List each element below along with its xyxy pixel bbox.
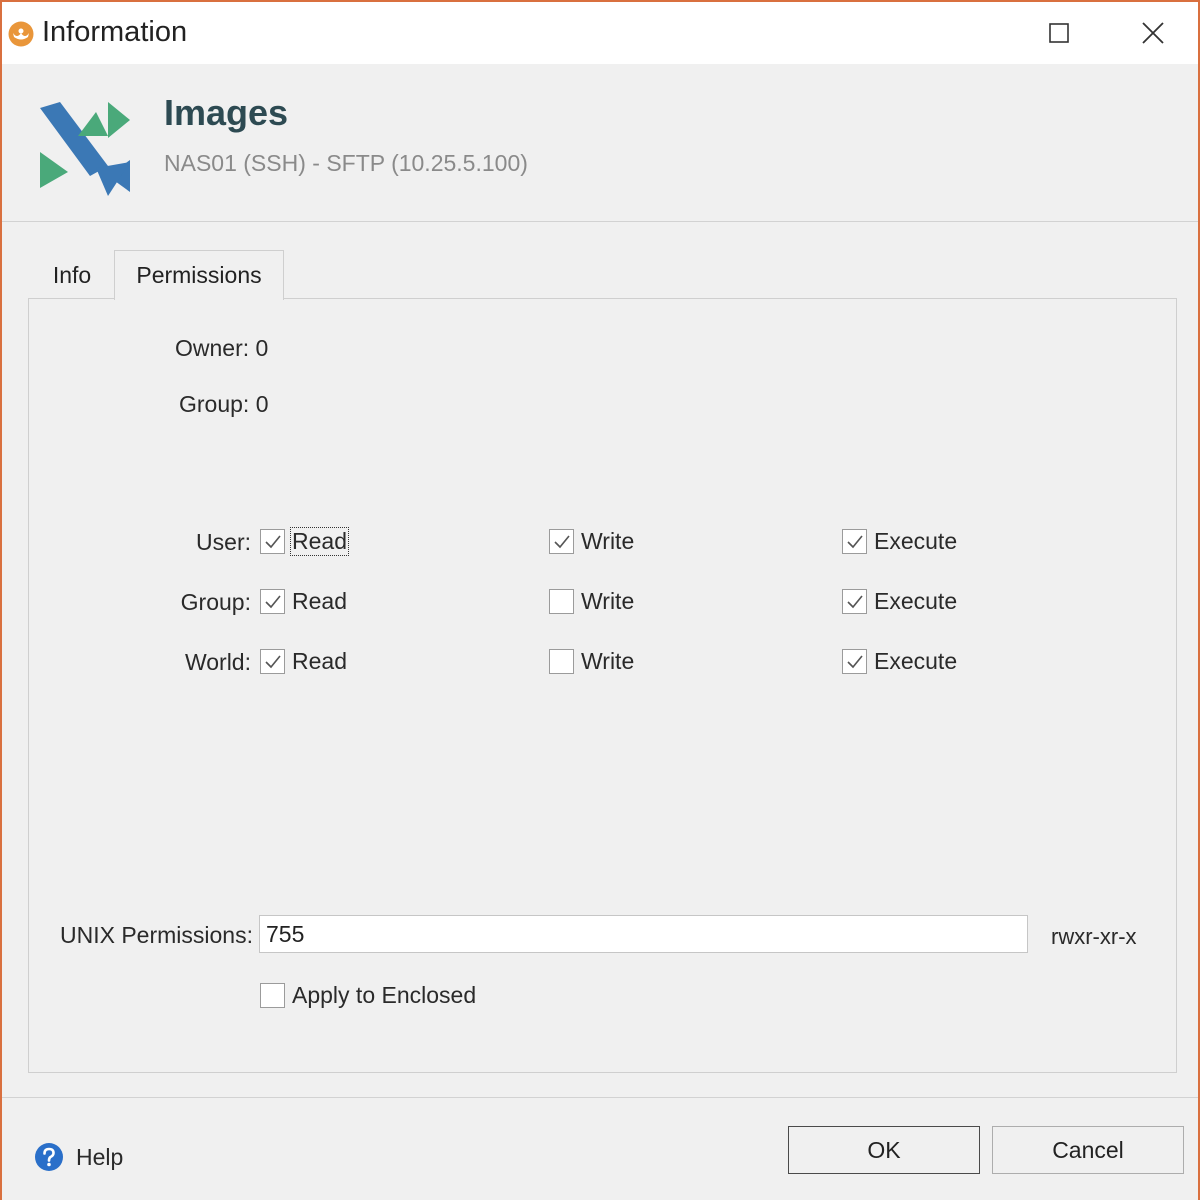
checkmark-icon (553, 534, 570, 548)
group-execute-checkbox[interactable]: Execute (842, 588, 958, 615)
header-subtitle: NAS01 (SSH) - SFTP (10.25.5.100) (164, 150, 528, 176)
unix-permissions-label: UNIX Permissions: (60, 922, 253, 948)
group-write-label: Write (581, 588, 635, 614)
checkbox-box (842, 529, 867, 554)
world-read-label: Read (292, 648, 347, 674)
user-write-label: Write (581, 528, 635, 554)
close-button[interactable] (1130, 12, 1176, 54)
group-read-checkbox[interactable]: Read (260, 588, 348, 615)
checkmark-icon (846, 654, 863, 668)
checkmark-icon (846, 534, 863, 548)
ok-button[interactable]: OK (788, 1126, 980, 1174)
world-write-checkbox[interactable]: Write (549, 648, 635, 675)
group-execute-label: Execute (874, 588, 958, 614)
connection-logo-icon (40, 102, 130, 196)
world-write-label: Write (581, 648, 635, 674)
cancel-button[interactable]: Cancel (992, 1126, 1184, 1174)
checkbox-box (549, 529, 574, 554)
user-read-checkbox[interactable]: Read (260, 527, 349, 556)
apply-to-enclosed-checkbox[interactable]: Apply to Enclosed (260, 982, 477, 1009)
window-title: Information (42, 16, 188, 48)
close-icon (1142, 22, 1164, 44)
unix-symbolic-label: rwxr-xr-x (1051, 924, 1137, 949)
checkbox-box (260, 589, 285, 614)
maximize-button[interactable] (1036, 12, 1082, 54)
dialog-footer: Help OK Cancel (2, 1097, 1198, 1200)
checkbox-box (549, 649, 574, 674)
checkbox-box (260, 529, 285, 554)
owner-label: Owner: 0 (175, 335, 269, 361)
app-icon (8, 21, 34, 47)
dialog-header: Images NAS01 (SSH) - SFTP (10.25.5.100) (2, 64, 1198, 222)
checkmark-icon (264, 534, 281, 548)
checkbox-box (842, 589, 867, 614)
user-execute-label: Execute (874, 528, 958, 554)
header-title: Images (164, 92, 289, 133)
unix-permissions-input[interactable] (259, 915, 1028, 953)
checkmark-icon (846, 594, 863, 608)
tab-permissions[interactable]: Permissions (114, 250, 284, 300)
world-execute-label: Execute (874, 648, 958, 674)
help-icon[interactable] (34, 1142, 64, 1172)
row-label-group: Group: (180, 589, 251, 615)
apply-to-enclosed-label: Apply to Enclosed (292, 982, 477, 1008)
information-dialog: Information Images NAS01 (SSH) - SFTP (1… (0, 0, 1200, 1200)
checkbox-box (842, 649, 867, 674)
title-bar: Information (2, 2, 1198, 64)
checkbox-box (260, 649, 285, 674)
world-execute-checkbox[interactable]: Execute (842, 648, 958, 675)
user-execute-checkbox[interactable]: Execute (842, 528, 958, 555)
user-read-label: Read (290, 527, 349, 556)
row-label-user: User: (196, 529, 251, 555)
group-write-checkbox[interactable]: Write (549, 588, 635, 615)
row-label-world: World: (184, 649, 251, 675)
tab-info[interactable]: Info (30, 250, 114, 300)
checkmark-icon (264, 654, 281, 668)
permissions-panel: Owner: 0 Group: 0 User: Read Write Execu… (28, 298, 1177, 1073)
group-owner-label: Group: 0 (179, 391, 269, 417)
checkbox-box (260, 983, 285, 1008)
group-read-label: Read (292, 588, 347, 614)
maximize-icon (1049, 23, 1069, 43)
checkbox-box (549, 589, 574, 614)
user-write-checkbox[interactable]: Write (549, 528, 635, 555)
world-read-checkbox[interactable]: Read (260, 648, 348, 675)
checkmark-icon (264, 594, 281, 608)
help-link[interactable]: Help (76, 1144, 123, 1171)
